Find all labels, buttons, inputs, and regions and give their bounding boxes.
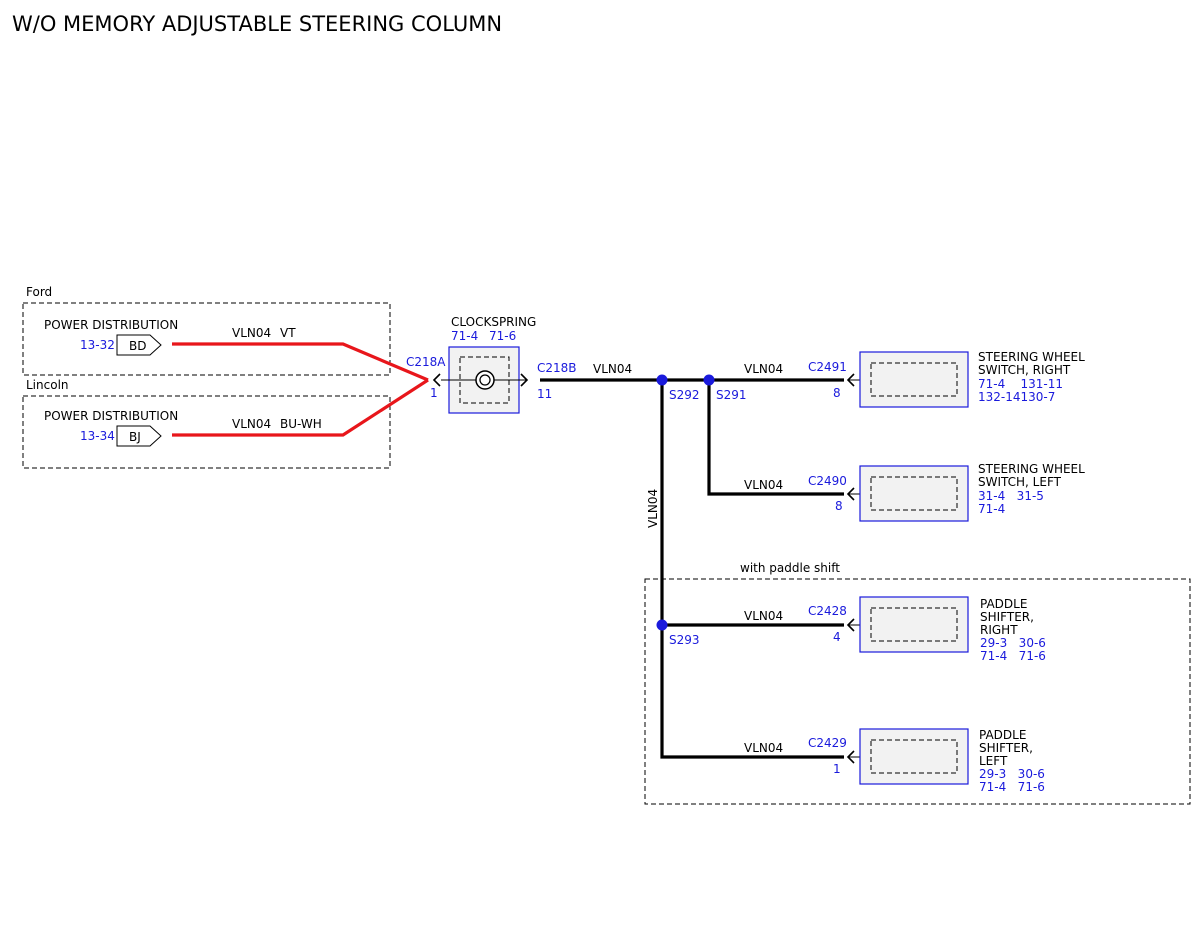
component-paddle-shifter-left: VLN04 C2429 1 PADDLE SHIFTER, LEFT 29-3 … <box>744 728 1045 794</box>
component-name-line: SWITCH, RIGHT <box>978 363 1071 377</box>
component-name-line: SHIFTER, <box>980 610 1034 624</box>
wire-color-code: BU-WH <box>280 417 322 431</box>
source-name: POWER DISTRIBUTION <box>44 409 178 423</box>
component-connector: C2491 <box>808 360 847 374</box>
connector-tag: BD <box>129 339 146 353</box>
source-ref: 13-34 <box>80 429 115 443</box>
region-paddle-shift-label: with paddle shift <box>740 561 840 575</box>
component-connector: C2429 <box>808 736 847 750</box>
source-name: POWER DISTRIBUTION <box>44 318 178 332</box>
component-box <box>859 465 969 522</box>
component-name-line: STEERING WHEEL <box>978 462 1085 476</box>
component-name-line: SWITCH, LEFT <box>978 475 1062 489</box>
pin-c218b: 11 <box>537 387 552 401</box>
component-name-line: LEFT <box>979 754 1008 768</box>
clockspring-coil-icon <box>475 370 495 390</box>
component-pin: 4 <box>833 630 841 644</box>
splice-label: S293 <box>669 633 700 647</box>
component-wire-label: VLN04 <box>744 362 783 376</box>
wire-label: VLN04 <box>232 326 271 340</box>
region-lincoln-label: Lincoln <box>26 378 69 392</box>
pin-arrow-left-icon <box>432 373 441 387</box>
component-wire-label: VLN04 <box>744 741 783 755</box>
component-ref-line: 31-4 31-5 <box>978 489 1044 503</box>
splice-dot <box>703 374 715 386</box>
component-ref-line: 71-4 71-6 <box>980 649 1046 663</box>
component-ref-line: 29-3 30-6 <box>980 636 1046 650</box>
component-connector: C2490 <box>808 474 847 488</box>
component-ref-line: 71-4 <box>978 502 1005 516</box>
region-ford-label: Ford <box>26 285 52 299</box>
clockspring: CLOCKSPRING 71-4 71-6 C218A 1 C218B 11 V… <box>406 315 632 414</box>
component-pin: 8 <box>833 386 841 400</box>
wire-color-code: VT <box>280 326 296 340</box>
wire-label: VLN04 <box>232 417 271 431</box>
splice-dot <box>656 374 668 386</box>
connector-c218a: C218A <box>406 355 446 369</box>
component-name-line: RIGHT <box>980 623 1018 637</box>
component-box <box>859 728 969 785</box>
component-name-line: PADDLE <box>980 597 1027 611</box>
component-wire-label: VLN04 <box>744 609 783 623</box>
component-ref-line: 132-14130-7 <box>978 390 1055 404</box>
clockspring-ref-2: 71-6 <box>489 329 516 343</box>
wiring-diagram: W/O MEMORY ADJUSTABLE STEERING COLUMN Fo… <box>12 12 1191 805</box>
connector-tag: BJ <box>129 430 141 444</box>
component-pin: 8 <box>835 499 843 513</box>
splice-dot <box>656 619 668 631</box>
component-ref-line: 71-4 71-6 <box>979 780 1045 794</box>
clockspring-name: CLOCKSPRING <box>451 315 536 329</box>
pin-c218a: 1 <box>430 386 438 400</box>
component-name-line: PADDLE <box>979 728 1026 742</box>
splice-label: S292 <box>669 388 700 402</box>
source-power-distribution-ford: POWER DISTRIBUTION 13-32 BD VLN04 VT <box>44 318 429 382</box>
clockspring-ref-1: 71-4 <box>451 329 478 343</box>
component-name-line: SHIFTER, <box>979 741 1033 755</box>
source-power-distribution-lincoln: POWER DISTRIBUTION 13-34 BJ VLN04 BU-WH <box>44 378 429 447</box>
vertical-wire-label: VLN04 <box>646 489 660 528</box>
component-connector: C2428 <box>808 604 847 618</box>
component-box <box>859 596 969 653</box>
component-wire-label: VLN04 <box>744 478 783 492</box>
connector-c218b: C218B <box>537 361 577 375</box>
component-name-line: STEERING WHEEL <box>978 350 1085 364</box>
component-pin: 1 <box>833 762 841 776</box>
splice-label: S291 <box>716 388 747 402</box>
clockspring-out-wire-label: VLN04 <box>593 362 632 376</box>
component-ref-line: 71-4 131-11 <box>978 377 1063 391</box>
component-ref-line: 29-3 30-6 <box>979 767 1045 781</box>
source-ref: 13-32 <box>80 338 115 352</box>
component-box <box>859 351 969 408</box>
component-steering-wheel-switch-left: VLN04 C2490 8 STEERING WHEEL SWITCH, LEF… <box>744 462 1085 522</box>
region-lincoln: Lincoln <box>22 378 391 469</box>
diagram-title: W/O MEMORY ADJUSTABLE STEERING COLUMN <box>12 12 502 36</box>
component-paddle-shifter-right: VLN04 C2428 4 PADDLE SHIFTER, RIGHT 29-3… <box>744 596 1046 663</box>
